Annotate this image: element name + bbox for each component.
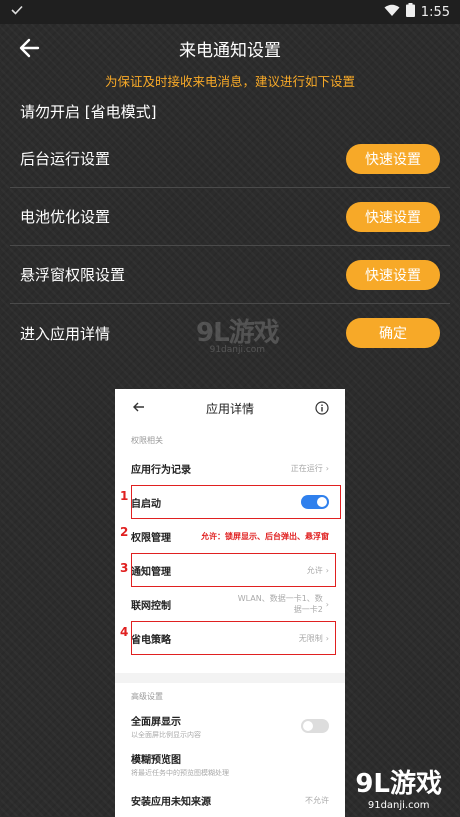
wifi-icon xyxy=(384,4,400,21)
label-sub: 将最近任务中的预览图模糊处理 xyxy=(131,768,229,777)
highlight-box-power xyxy=(131,621,336,655)
watermark-logo: 9L游戏 xyxy=(355,769,442,799)
row-label: 悬浮窗权限设置 xyxy=(20,266,126,284)
chevron-right-icon: › xyxy=(325,463,329,473)
app-details-screenshot: 应用详情 权限相关 应用行为记录 正在运行 › 自启动 权限管理 允许：锁屏显示、… xyxy=(115,389,345,817)
highlight-box-autostart xyxy=(131,485,341,519)
annotation-number-2: 2 xyxy=(120,525,129,539)
shot-row-label: 模糊预览图 将最近任务中的预览图模糊处理 xyxy=(131,751,229,778)
notice-text: 为保证及时接收来电消息，建议进行如下设置 xyxy=(104,74,355,89)
shot-row-unknown-sources: 安装应用未知来源 不允许 xyxy=(115,783,345,817)
floating-window-quick-set-button[interactable]: 快速设置 xyxy=(346,259,440,290)
section-permissions: 权限相关 xyxy=(131,436,163,445)
shot-row-label: 应用行为记录 xyxy=(131,464,191,476)
page-title: 来电通知设置 xyxy=(179,40,281,61)
battery-optimization-quick-set-button[interactable]: 快速设置 xyxy=(346,201,440,232)
shot-row-behavior: 应用行为记录 正在运行 › xyxy=(115,451,345,485)
shot-title: 应用详情 xyxy=(205,401,254,416)
shot-back-arrow-icon xyxy=(131,399,147,415)
header: 来电通知设置 xyxy=(0,24,460,72)
shot-row-blur: 模糊预览图 将最近任务中的预览图模糊处理 xyxy=(115,745,345,783)
row-floating-window: 悬浮窗权限设置 快速设置 xyxy=(10,246,450,304)
watermark-logo: 9L游戏 xyxy=(196,318,280,348)
fullscreen-toggle xyxy=(301,719,329,733)
shot-row-permission: 权限管理 允许：锁屏显示、后台弹出、悬浮窗 xyxy=(115,519,345,553)
value-text: 不允许 xyxy=(305,795,329,805)
battery-icon xyxy=(405,3,415,21)
background-run-quick-set-button[interactable]: 快速设置 xyxy=(346,143,440,174)
watermark-center: 9L游戏 91danji.com xyxy=(196,312,280,355)
row-battery-optimization: 电池优化设置 快速设置 xyxy=(10,188,450,246)
value-text: 正在运行 xyxy=(290,463,323,473)
label-text: 模糊预览图 xyxy=(131,754,181,766)
row-background-run: 后台运行设置 快速设置 xyxy=(10,130,450,188)
row-power-saving: 请勿开启 [省电模式] xyxy=(10,92,450,130)
shot-row-network: 联网控制 WLAN、数据一卡1、数据一卡2 › xyxy=(115,587,345,621)
shot-row-value: WLAN、数据一卡1、数据一卡2 › xyxy=(237,593,329,615)
shot-row-label: 全面屏显示 以全面屏比例显示内容 xyxy=(131,713,201,740)
shot-row-value: 正在运行 › xyxy=(291,463,329,474)
value-text: WLAN、数据一卡1、数据一卡2 xyxy=(237,594,323,614)
shot-row-label: 权限管理 xyxy=(131,532,171,544)
watermark-corner: 9L游戏 91danji.com xyxy=(355,763,442,811)
watermark-site: 91danji.com xyxy=(367,800,430,811)
row-label: 进入应用详情 xyxy=(20,324,111,343)
label-text: 全面屏显示 xyxy=(131,716,181,728)
divider xyxy=(115,673,345,683)
annotation-number-4: 4 xyxy=(120,625,129,639)
shot-row-label: 安装应用未知来源 xyxy=(131,796,211,808)
annotation-number-3: 3 xyxy=(120,561,129,575)
row-label: 后台运行设置 xyxy=(20,150,111,168)
app-details-confirm-button[interactable]: 确定 xyxy=(346,318,440,348)
info-icon xyxy=(315,400,329,415)
row-label: 电池优化设置 xyxy=(20,208,111,226)
clock-time: 1:55 xyxy=(420,4,450,20)
annotation-number-1: 1 xyxy=(120,489,129,503)
status-bar: 1:55 xyxy=(0,0,460,24)
permission-note: 允许：锁屏显示、后台弹出、悬浮窗 xyxy=(201,531,329,541)
row-label: 请勿开启 [省电模式] xyxy=(20,102,157,121)
section-advanced: 高级设置 xyxy=(131,692,163,701)
shot-header: 应用详情 xyxy=(115,389,345,427)
shot-row-label: 联网控制 xyxy=(131,600,171,612)
chevron-right-icon: › xyxy=(325,599,329,609)
highlight-box-notification xyxy=(131,553,336,587)
check-icon xyxy=(10,3,24,21)
shot-row-fullscreen: 全面屏显示 以全面屏比例显示内容 xyxy=(115,707,345,745)
label-sub: 以全面屏比例显示内容 xyxy=(131,730,201,739)
back-arrow-icon[interactable] xyxy=(16,34,44,62)
